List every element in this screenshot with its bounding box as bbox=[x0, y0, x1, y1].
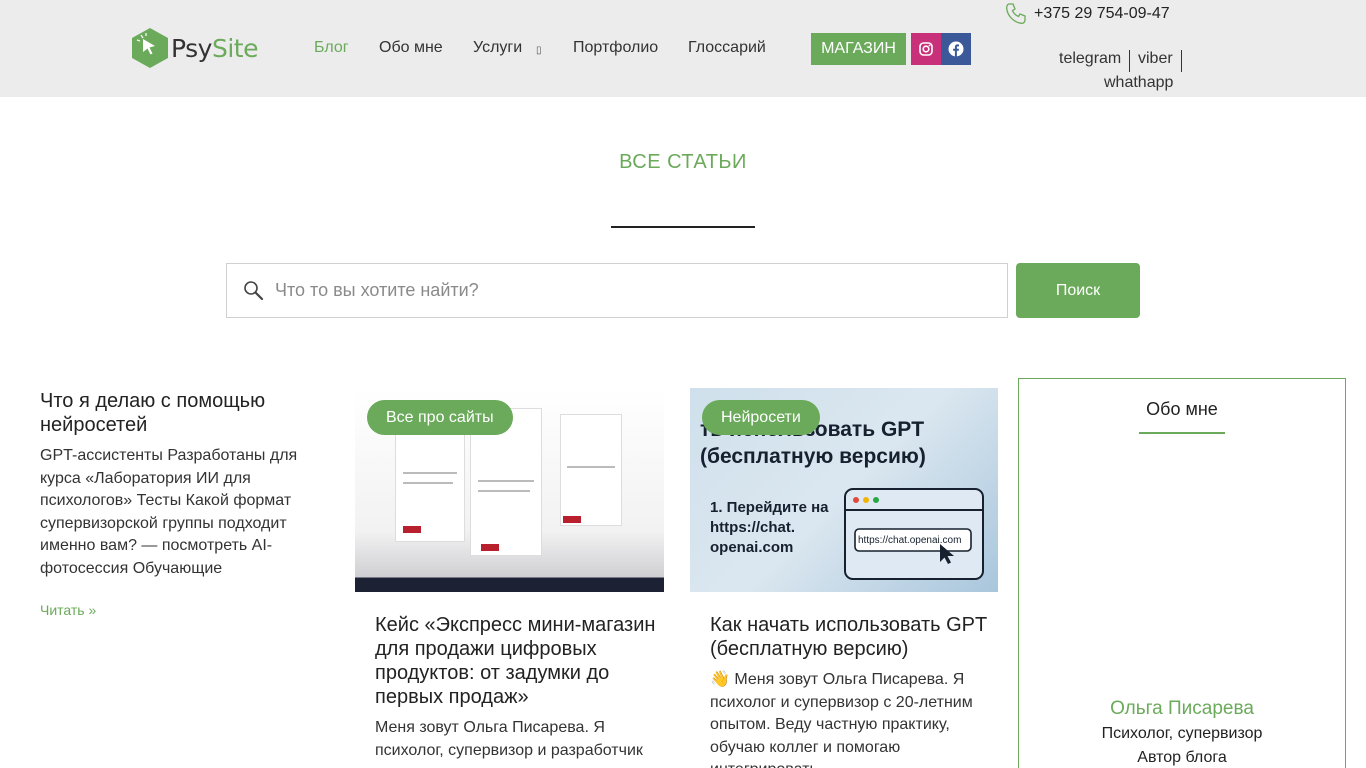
phone-contact[interactable]: +375 29 754-09-47 bbox=[1004, 2, 1170, 26]
mockup-column bbox=[560, 414, 622, 526]
logo-text: PsySite bbox=[171, 33, 258, 63]
instagram-icon bbox=[919, 42, 933, 56]
author-role: Психолог, супервизор bbox=[1101, 725, 1263, 742]
mockup-button bbox=[481, 544, 499, 551]
nav-item-about[interactable]: Обо мне bbox=[379, 39, 443, 57]
telegram-link[interactable]: telegram bbox=[1059, 50, 1121, 68]
whatsapp-link[interactable]: whathapp bbox=[1104, 74, 1173, 92]
read-more-link[interactable]: Читать » bbox=[40, 602, 310, 618]
site-header: PsySite Блог Обо мне Услуги ▯ Портфолио … bbox=[0, 0, 1366, 97]
search-box[interactable] bbox=[226, 263, 1008, 318]
cursor-hexagon-icon bbox=[132, 28, 168, 68]
mockup-button bbox=[403, 526, 421, 533]
phone-icon bbox=[1006, 3, 1026, 24]
divider bbox=[1129, 50, 1130, 72]
mockup-button bbox=[563, 516, 581, 523]
search-button[interactable]: Поиск bbox=[1016, 263, 1140, 318]
post-card: Кейс «Экспресс мини-магазин для продажи … bbox=[375, 613, 660, 762]
post-title[interactable]: Как начать использовать GPT (бесплатную … bbox=[710, 613, 995, 661]
post-title[interactable]: Что я делаю с помощью нейросетей bbox=[40, 389, 310, 437]
mockup-line bbox=[567, 466, 615, 468]
sidebar-title: Обо мне bbox=[1146, 399, 1218, 419]
author-name[interactable]: Ольга Писарева bbox=[1019, 698, 1345, 720]
post-excerpt: 👋 Меня зовут Ольга Писарева. Я психолог … bbox=[710, 671, 973, 768]
image-step-text: 1. Перейдите на https://chat. openai.com bbox=[710, 499, 829, 556]
post-card: Что я делаю с помощью нейросетей GPT-асс… bbox=[40, 389, 310, 618]
image-url-text: https://chat.openai.com bbox=[858, 535, 962, 546]
search-icon bbox=[244, 280, 264, 300]
page-title: ВСЕ СТАТЬИ bbox=[619, 151, 747, 173]
nav-item-blog[interactable]: Блог bbox=[314, 39, 349, 57]
viber-link[interactable]: viber bbox=[1138, 50, 1173, 68]
mockup-line bbox=[403, 472, 457, 474]
sidebar-title-underline bbox=[1139, 432, 1225, 434]
nav-item-services[interactable]: Услуги bbox=[473, 39, 522, 57]
title-underline bbox=[611, 226, 755, 228]
chevron-down-icon[interactable]: ▯ bbox=[536, 45, 542, 56]
post-card: Как начать использовать GPT (бесплатную … bbox=[710, 613, 995, 768]
author-role-secondary: Автор блога bbox=[1137, 749, 1227, 766]
mockup-line bbox=[478, 490, 530, 492]
category-badge[interactable]: Все про сайты bbox=[367, 400, 513, 435]
category-badge[interactable]: Нейросети bbox=[702, 400, 820, 435]
mockup-line bbox=[478, 480, 534, 482]
divider bbox=[1181, 50, 1182, 72]
nav-item-glossary[interactable]: Глоссарий bbox=[688, 39, 766, 57]
mockup-line bbox=[403, 482, 453, 484]
shop-button[interactable]: МАГАЗИН bbox=[811, 33, 906, 65]
about-sidebar: Обо мне Ольга Писарева Психолог, суперви… bbox=[1018, 378, 1346, 768]
post-title[interactable]: Кейс «Экспресс мини-магазин для продажи … bbox=[375, 613, 660, 709]
instagram-button[interactable] bbox=[911, 33, 941, 65]
nav-item-portfolio[interactable]: Портфолио bbox=[573, 39, 658, 57]
post-excerpt: Меня зовут Ольга Писарева. Я психолог, с… bbox=[375, 719, 643, 759]
facebook-button[interactable] bbox=[941, 33, 971, 65]
post-excerpt: GPT-ассистенты Разработаны для курса «Ла… bbox=[40, 447, 298, 577]
phone-number: +375 29 754-09-47 bbox=[1034, 5, 1170, 22]
facebook-icon bbox=[948, 41, 964, 57]
site-logo[interactable]: PsySite bbox=[132, 28, 258, 68]
search-input[interactable] bbox=[275, 280, 975, 301]
